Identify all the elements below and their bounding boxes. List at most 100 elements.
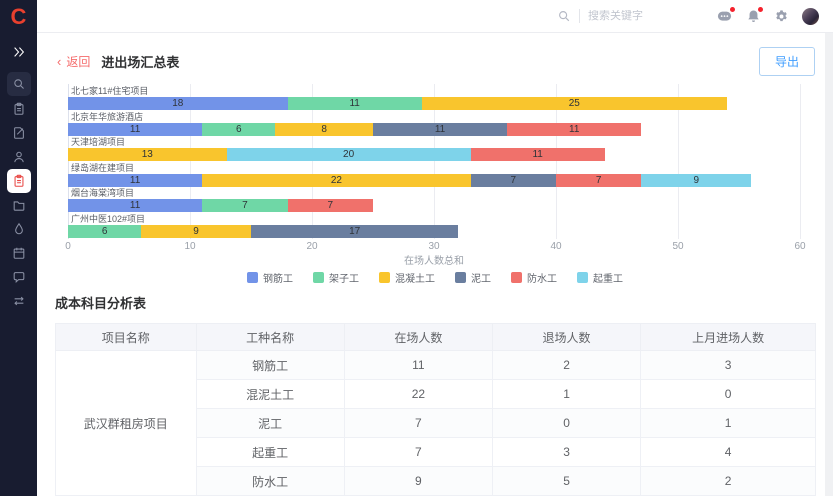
bar-track: 11681111	[68, 123, 800, 136]
app-window: C ‹ 返回 进出场汇总表 导出	[0, 0, 833, 496]
user-icon	[12, 150, 26, 164]
column-header: 工种名称	[196, 324, 344, 351]
legend-swatch	[455, 272, 466, 283]
table-cell: 7	[344, 438, 492, 467]
bar-segment[interactable]: 7	[288, 199, 373, 212]
bar-segment[interactable]: 7	[202, 199, 287, 212]
export-button[interactable]: 导出	[759, 47, 815, 76]
bar-segment[interactable]: 25	[422, 97, 727, 110]
bar-segment[interactable]: 6	[68, 225, 141, 238]
legend-item[interactable]: 防水工	[511, 270, 557, 284]
legend-item[interactable]: 混凝土工	[379, 270, 435, 284]
bar-track: 1177	[68, 199, 800, 212]
top-bar	[37, 0, 833, 33]
sidebar-item-clipboard[interactable]	[7, 97, 31, 121]
bar-segment[interactable]: 18	[68, 97, 288, 110]
bar-segment[interactable]: 6	[202, 123, 275, 136]
category-label: 北京年华旅游酒店	[68, 112, 800, 123]
legend-label: 钢筋工	[263, 270, 293, 285]
category-label: 广州中医102#项目	[68, 214, 800, 225]
column-header: 上月进场人数	[641, 324, 816, 351]
sidebar-item-user[interactable]	[7, 145, 31, 169]
back-link[interactable]: ‹ 返回	[57, 53, 90, 70]
sidebar-item-chat[interactable]	[7, 265, 31, 289]
chart-row: 烟台海棠湾项目1177	[68, 188, 800, 214]
gridline	[800, 84, 801, 239]
legend-swatch	[313, 272, 324, 283]
bar-segment[interactable]: 8	[275, 123, 373, 136]
bar-segment[interactable]: 11	[288, 97, 422, 110]
legend-swatch	[379, 272, 390, 283]
x-tick-label: 40	[550, 241, 561, 252]
legend-item[interactable]: 钢筋工	[247, 270, 293, 284]
bar-segment[interactable]: 17	[251, 225, 458, 238]
table-header-row: 项目名称工种名称在场人数退场人数上月进场人数	[56, 324, 816, 351]
chart-row: 绿岛湖在建项目1122779	[68, 163, 800, 189]
legend-item[interactable]: 起重工	[577, 270, 623, 284]
water-drop-icon	[12, 222, 26, 236]
bar-segment[interactable]: 7	[556, 174, 641, 187]
table-cell: 1	[492, 380, 640, 409]
category-label: 烟台海棠湾项目	[68, 188, 800, 199]
table-cell: 起重工	[196, 438, 344, 467]
chart-x-ticks: 0102030405060	[68, 239, 800, 252]
sidebar-item-search[interactable]	[7, 72, 31, 96]
table-cell: 3	[641, 351, 816, 380]
message-button[interactable]	[716, 9, 733, 24]
sidebar-item-clipboard-list[interactable]	[7, 169, 31, 193]
x-tick-label: 30	[428, 241, 439, 252]
bar-segment[interactable]: 11	[68, 174, 202, 187]
x-tick-label: 20	[306, 241, 317, 252]
avatar[interactable]	[802, 8, 819, 25]
chat-icon	[12, 270, 26, 284]
gear-button[interactable]	[774, 9, 789, 24]
sidebar-item-transfer[interactable]	[7, 289, 31, 313]
bar-segment[interactable]: 11	[507, 123, 641, 136]
bar-segment[interactable]: 9	[141, 225, 251, 238]
sidebar-item-file-edit[interactable]	[7, 121, 31, 145]
sidebar-item-water-drop[interactable]	[7, 217, 31, 241]
bar-segment[interactable]: 20	[227, 148, 471, 161]
chart-legend: 钢筋工 架子工 混凝土工 泥工 防水工 起重工	[37, 270, 833, 284]
clipboard-list-icon	[12, 174, 26, 188]
sidebar-item-chevrons-right[interactable]	[7, 40, 31, 64]
x-tick-label: 10	[184, 241, 195, 252]
chart-plot: 北七家11#住宅项目181125北京年华旅游酒店11681111天津培湖项目13…	[68, 84, 800, 239]
app-logo[interactable]: C	[0, 0, 37, 34]
bar-segment[interactable]: 11	[373, 123, 507, 136]
clipboard-icon	[12, 102, 26, 116]
top-actions	[716, 9, 789, 24]
sidebar-item-calendar[interactable]	[7, 241, 31, 265]
search-icon	[12, 77, 26, 91]
bar-segment[interactable]: 7	[471, 174, 556, 187]
file-edit-icon	[12, 126, 26, 140]
bar-segment[interactable]: 13	[68, 148, 227, 161]
bar-segment[interactable]: 9	[641, 174, 751, 187]
scrollbar-track[interactable]	[825, 33, 833, 496]
page-head: ‹ 返回 进出场汇总表 导出	[37, 33, 833, 82]
legend-item[interactable]: 架子工	[313, 270, 359, 284]
bar-segment[interactable]: 11	[68, 199, 202, 212]
table-cell: 0	[641, 380, 816, 409]
bar-segment[interactable]: 11	[68, 123, 202, 136]
table-cell: 7	[344, 409, 492, 438]
chart: 北七家11#住宅项目181125北京年华旅游酒店11681111天津培湖项目13…	[37, 84, 833, 284]
table-cell: 0	[492, 409, 640, 438]
table-cell: 2	[492, 351, 640, 380]
table-cell: 2	[641, 467, 816, 496]
sidebar-item-folder[interactable]	[7, 193, 31, 217]
table-cell: 混泥土工	[196, 380, 344, 409]
bar-track: 6917	[68, 225, 800, 238]
notification-badge	[758, 7, 763, 12]
search-input[interactable]	[588, 10, 674, 22]
legend-label: 防水工	[527, 270, 557, 285]
project-name-cell: 武汉群租房项目	[56, 351, 197, 496]
bar-track: 1122779	[68, 174, 800, 187]
bar-segment[interactable]: 22	[202, 174, 470, 187]
bar-segment[interactable]: 11	[471, 148, 605, 161]
bell-button[interactable]	[746, 9, 761, 24]
category-label: 天津培湖项目	[68, 137, 800, 148]
x-tick-label: 0	[65, 241, 71, 252]
calendar-icon	[12, 246, 26, 260]
legend-item[interactable]: 泥工	[455, 270, 491, 284]
